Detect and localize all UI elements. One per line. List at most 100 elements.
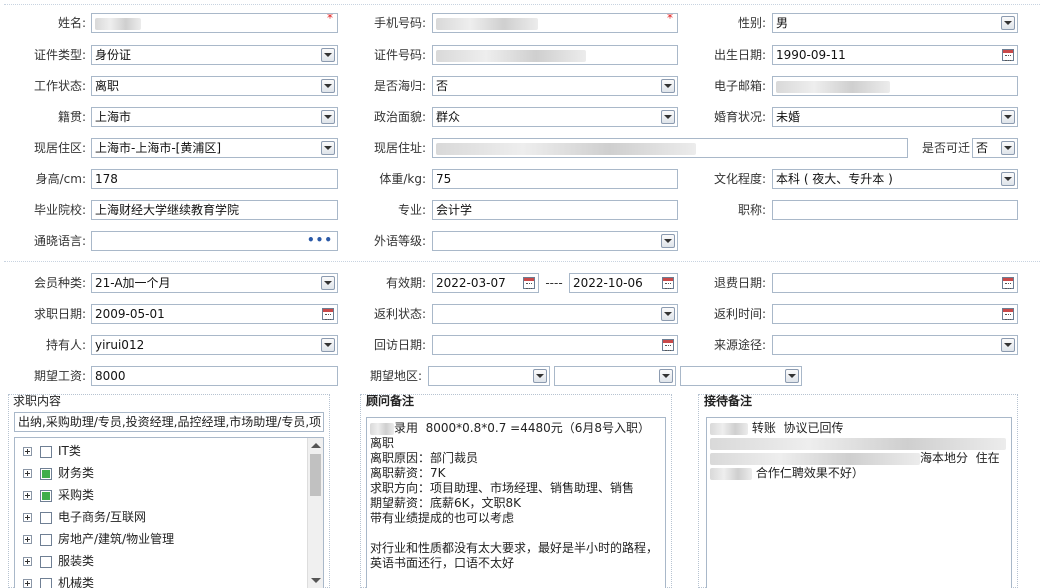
- visit-date-field[interactable]: [432, 335, 678, 355]
- scroll-up-icon[interactable]: [311, 443, 321, 448]
- chevron-down-icon[interactable]: [785, 369, 799, 383]
- chevron-down-icon[interactable]: [661, 79, 675, 93]
- native-select[interactable]: 上海市: [91, 107, 338, 127]
- reception-note-textarea[interactable]: 转账 协议已回传 海本地分 住在 合作仁聘效果不好）: [706, 417, 1012, 588]
- expand-icon[interactable]: [23, 579, 32, 588]
- area-province-select[interactable]: [428, 366, 550, 386]
- apply-date-field[interactable]: 2009-05-01: [91, 304, 338, 324]
- refund-date-field[interactable]: [772, 273, 1018, 293]
- redacted-email: [776, 80, 890, 93]
- email-label: 电子邮箱:: [713, 79, 766, 93]
- chevron-down-icon[interactable]: [321, 79, 335, 93]
- chevron-down-icon[interactable]: [1001, 141, 1015, 155]
- tree-scrollbar[interactable]: [307, 438, 323, 588]
- title-field[interactable]: [772, 200, 1018, 220]
- chevron-down-icon[interactable]: [1001, 16, 1015, 30]
- member-type-select[interactable]: 21-A加一个月: [91, 273, 338, 293]
- consultant-note-textarea[interactable]: 录用 8000*0.8*0.7 =4480元（6月8号入职） 离职 离职原因：部…: [366, 417, 666, 588]
- tree-item-purchase[interactable]: 采购类: [23, 485, 94, 505]
- checkbox-checked[interactable]: [40, 467, 52, 480]
- school-field[interactable]: 上海财经大学继续教育学院: [91, 200, 338, 220]
- holder-select[interactable]: yirui012: [91, 335, 338, 355]
- salary-field[interactable]: 8000: [91, 366, 338, 386]
- chevron-down-icon[interactable]: [321, 110, 335, 124]
- email-field[interactable]: [772, 76, 1018, 96]
- foreign-level-select[interactable]: [432, 231, 678, 251]
- work-status-select[interactable]: 离职: [91, 76, 338, 96]
- calendar-icon[interactable]: [1002, 49, 1014, 61]
- education-select[interactable]: 本科 ( 夜大、专升本 ): [772, 169, 1018, 189]
- height-label: 身高/cm:: [35, 172, 86, 186]
- calendar-icon[interactable]: [662, 339, 674, 351]
- valid-from-field[interactable]: 2022-03-07: [432, 273, 539, 293]
- major-field[interactable]: 会计学: [432, 200, 678, 220]
- scroll-down-icon[interactable]: [311, 578, 321, 583]
- calendar-icon[interactable]: [523, 277, 535, 289]
- expand-icon[interactable]: [23, 491, 32, 500]
- expand-icon[interactable]: [23, 447, 32, 456]
- returnee-select[interactable]: 否: [432, 76, 678, 96]
- height-field[interactable]: 178: [91, 169, 338, 189]
- id-no-field[interactable]: [432, 45, 678, 65]
- chevron-down-icon[interactable]: [1001, 338, 1015, 352]
- checkbox-checked[interactable]: [40, 489, 52, 502]
- tree-item-realestate[interactable]: 房地产/建筑/物业管理: [23, 529, 174, 549]
- district-select[interactable]: 上海市-上海市-[黄浦区]: [91, 138, 338, 158]
- expand-icon[interactable]: [23, 469, 32, 478]
- birth-label: 出生日期:: [713, 48, 766, 62]
- checkbox[interactable]: [40, 511, 52, 524]
- weight-field[interactable]: 75: [432, 169, 678, 189]
- tree-item-finance[interactable]: 财务类: [23, 463, 94, 483]
- required-marker: *: [327, 13, 333, 25]
- relocate-select[interactable]: 否: [972, 138, 1018, 158]
- birth-date-field[interactable]: 1990-09-11: [772, 45, 1018, 65]
- tree-item-clothing[interactable]: 服装类: [23, 551, 94, 571]
- area-district-select[interactable]: [680, 366, 802, 386]
- scroll-thumb[interactable]: [310, 454, 321, 496]
- expand-icon[interactable]: [23, 535, 32, 544]
- area-city-select[interactable]: [554, 366, 676, 386]
- chevron-down-icon[interactable]: [321, 48, 335, 62]
- chevron-down-icon[interactable]: [1001, 110, 1015, 124]
- chevron-down-icon[interactable]: [321, 338, 335, 352]
- calendar-icon[interactable]: [662, 277, 674, 289]
- chevron-down-icon[interactable]: [661, 234, 675, 248]
- source-select[interactable]: [772, 335, 1018, 355]
- tree-item-it[interactable]: IT类: [23, 441, 81, 461]
- checkbox[interactable]: [40, 533, 52, 546]
- calendar-icon[interactable]: [1002, 277, 1014, 289]
- calendar-icon[interactable]: [1002, 308, 1014, 320]
- language-field[interactable]: •••: [91, 231, 338, 251]
- job-category-tree[interactable]: IT类 财务类 采购类 电子商务/互联网 房地产/建筑/物业管理 服装类 机械类: [14, 437, 324, 588]
- chevron-down-icon[interactable]: [533, 369, 547, 383]
- more-options-icon[interactable]: •••: [307, 232, 333, 248]
- name-field[interactable]: *: [91, 13, 338, 33]
- job-content-summary[interactable]: 出纳,采购助理/专员,投资经理,品控经理,市场助理/专员,项目: [14, 412, 324, 432]
- relocate-label: 是否可迁: [921, 141, 970, 155]
- expand-icon[interactable]: [23, 513, 32, 522]
- checkbox[interactable]: [40, 577, 52, 588]
- id-type-label: 证件类型:: [33, 48, 86, 62]
- checkbox[interactable]: [40, 555, 52, 568]
- tree-item-machinery[interactable]: 机械类: [23, 573, 94, 588]
- birth-value: 1990-09-11: [776, 48, 846, 62]
- expand-icon[interactable]: [23, 557, 32, 566]
- tree-item-ecommerce[interactable]: 电子商务/互联网: [23, 507, 146, 527]
- chevron-down-icon[interactable]: [661, 110, 675, 124]
- address-field[interactable]: [432, 138, 908, 158]
- marital-select[interactable]: 未婚: [772, 107, 1018, 127]
- gender-select[interactable]: 男: [772, 13, 1018, 33]
- chevron-down-icon[interactable]: [659, 369, 673, 383]
- rebate-status-select[interactable]: [432, 304, 678, 324]
- chevron-down-icon[interactable]: [661, 307, 675, 321]
- valid-to-field[interactable]: 2022-10-06: [569, 273, 678, 293]
- political-select[interactable]: 群众: [432, 107, 678, 127]
- checkbox[interactable]: [40, 445, 52, 458]
- chevron-down-icon[interactable]: [321, 141, 335, 155]
- calendar-icon[interactable]: [322, 308, 334, 320]
- chevron-down-icon[interactable]: [321, 276, 335, 290]
- id-type-select[interactable]: 身份证: [91, 45, 338, 65]
- chevron-down-icon[interactable]: [1001, 172, 1015, 186]
- mobile-field[interactable]: *: [432, 13, 678, 33]
- rebate-time-field[interactable]: [772, 304, 1018, 324]
